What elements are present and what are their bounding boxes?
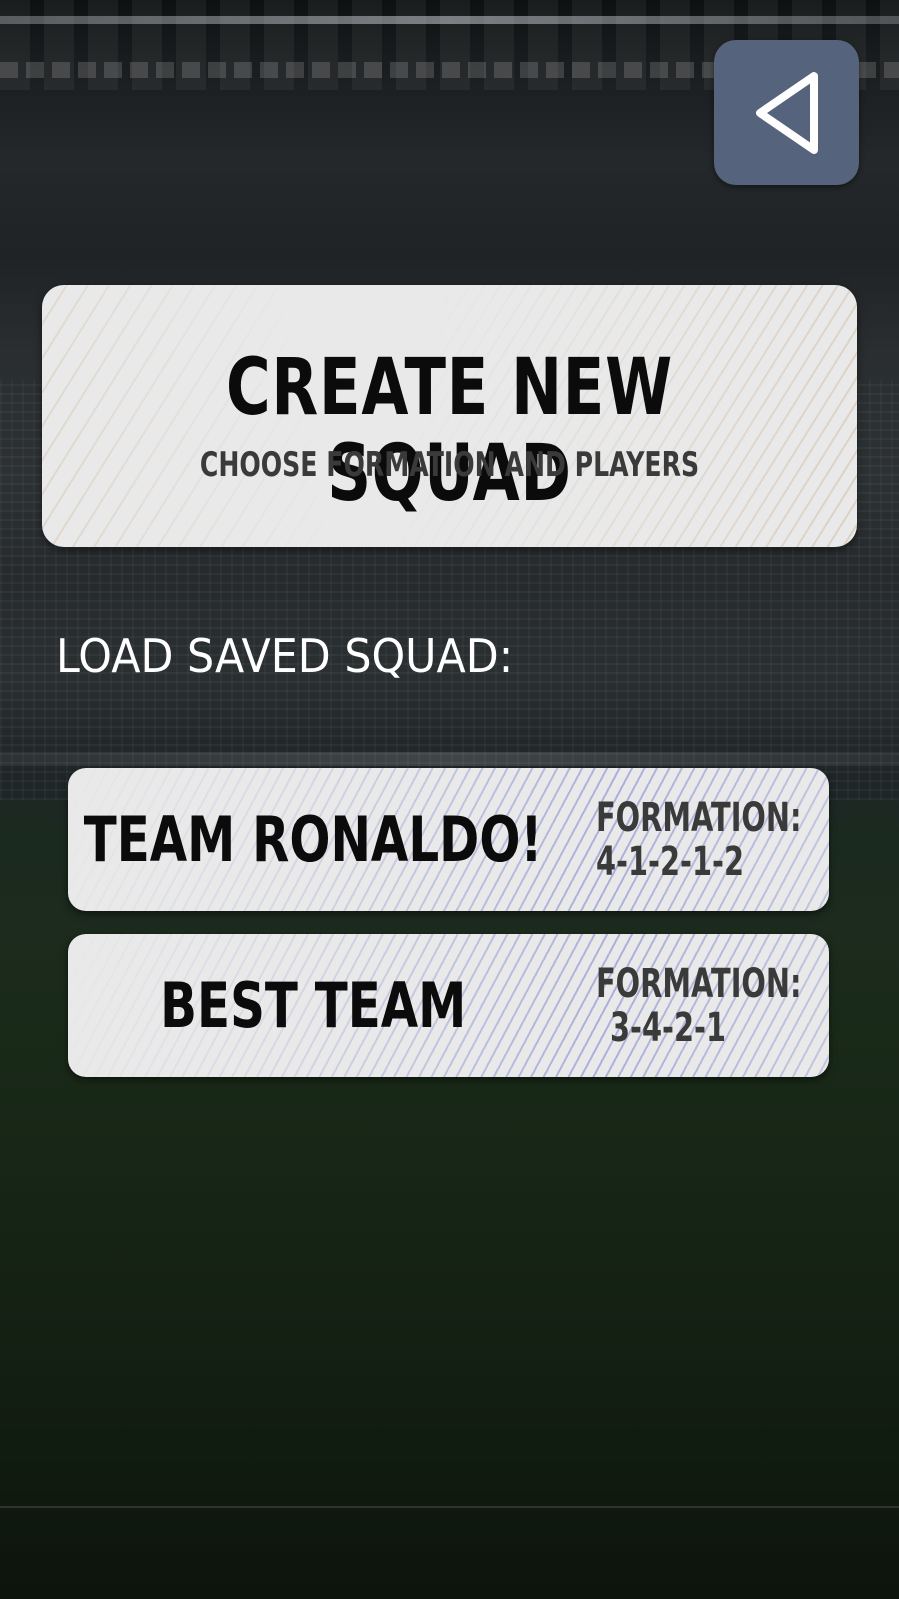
create-squad-title: CREATE NEW SQUAD (225, 343, 674, 519)
stadium-light-strip (0, 16, 899, 24)
ad-board (0, 752, 899, 766)
create-squad-subtitle: CHOOSE FORMATION AND PLAYERS (199, 445, 700, 485)
create-new-squad-button[interactable]: CREATE NEW SQUAD CHOOSE FORMATION AND PL… (42, 285, 857, 547)
squad-name: BEST TEAM (159, 969, 467, 1042)
formation-label: FORMATION: (596, 795, 802, 841)
saved-squad-item[interactable]: BEST TEAM FORMATION: 3-4-2-1 (68, 934, 829, 1077)
pitch-line (0, 1506, 899, 1508)
load-saved-squad-label: LOAD SAVED SQUAD: (56, 629, 514, 683)
squad-formation: FORMATION: 4-1-2-1-2 (568, 795, 802, 885)
squad-formation: FORMATION: 3-4-2-1 (568, 961, 802, 1051)
saved-squad-item[interactable]: TEAM RONALDO! FORMATION: 4-1-2-1-2 (68, 768, 829, 911)
formation-value: 3-4-2-1 (609, 1005, 727, 1051)
squad-name: TEAM RONALDO! (83, 803, 543, 876)
back-button[interactable] (714, 40, 859, 185)
formation-value: 4-1-2-1-2 (596, 839, 745, 885)
back-triangle-icon (755, 71, 818, 154)
formation-label: FORMATION: (596, 961, 802, 1007)
